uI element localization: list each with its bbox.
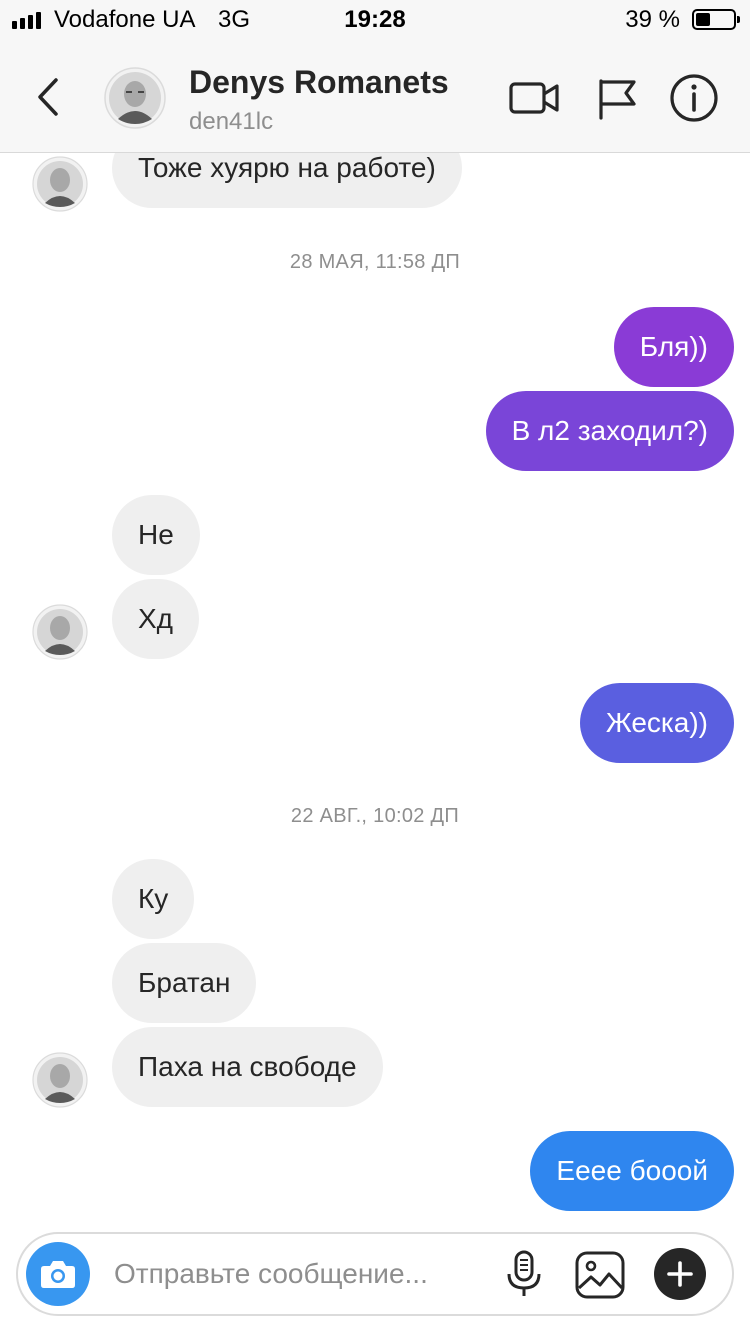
date-separator: 28 МАЯ, 11:58 ДП — [289, 251, 461, 273]
chat-header: Denys Romanets den41lc — [0, 42, 750, 153]
message-thread[interactable]: Тоже хуярю на работе) 28 МАЯ, 11:58 ДП Б… — [0, 153, 750, 1228]
back-button[interactable] — [28, 72, 68, 122]
outgoing-message[interactable]: В л2 заходил?) — [485, 391, 734, 471]
incoming-message[interactable]: Ку — [112, 859, 195, 939]
video-call-button[interactable] — [508, 72, 560, 124]
contact-name[interactable]: Denys Romanets — [189, 64, 449, 101]
incoming-message[interactable]: Не — [112, 495, 200, 575]
sender-avatar[interactable] — [32, 1052, 88, 1108]
outgoing-message[interactable]: Жеска)) — [579, 683, 734, 763]
gallery-icon — [575, 1251, 625, 1299]
incoming-message[interactable]: Хд — [112, 579, 200, 659]
incoming-message[interactable]: Тоже хуярю на работе) — [112, 153, 462, 208]
status-bar: Vodafone UA 3G 19:28 39 % — [0, 0, 750, 42]
plus-icon — [667, 1261, 693, 1287]
microphone-icon — [507, 1250, 541, 1296]
video-camera-icon — [509, 82, 559, 114]
info-button[interactable] — [668, 72, 720, 124]
battery-icon — [692, 9, 740, 30]
voice-message-button[interactable] — [500, 1248, 548, 1300]
avatar-image — [32, 156, 88, 212]
camera-icon — [41, 1261, 75, 1288]
contact-username: den41lc — [189, 108, 274, 135]
battery-percentage: 39 % — [625, 6, 680, 33]
incoming-message[interactable]: Паха на свободе — [112, 1027, 383, 1107]
info-icon — [670, 74, 718, 122]
outgoing-message[interactable]: Бля)) — [613, 307, 734, 387]
avatar-image — [104, 67, 166, 129]
report-button[interactable] — [592, 72, 644, 124]
camera-button[interactable] — [26, 1242, 90, 1306]
flag-icon — [599, 79, 636, 120]
sender-avatar[interactable] — [32, 156, 88, 212]
avatar-image — [32, 604, 88, 660]
gallery-button[interactable] — [574, 1250, 626, 1300]
sender-avatar[interactable] — [32, 604, 88, 660]
more-options-button[interactable] — [654, 1248, 706, 1300]
battery-fill — [696, 13, 710, 26]
back-chevron-icon — [38, 78, 58, 116]
message-input[interactable] — [114, 1250, 474, 1298]
contact-avatar[interactable] — [104, 67, 166, 129]
incoming-message[interactable]: Братан — [112, 943, 257, 1023]
avatar-image — [32, 1052, 88, 1108]
date-separator: 22 АВГ., 10:02 ДП — [290, 805, 460, 827]
outgoing-message[interactable]: Еeee бoooй — [530, 1131, 734, 1211]
message-composer — [16, 1232, 734, 1316]
